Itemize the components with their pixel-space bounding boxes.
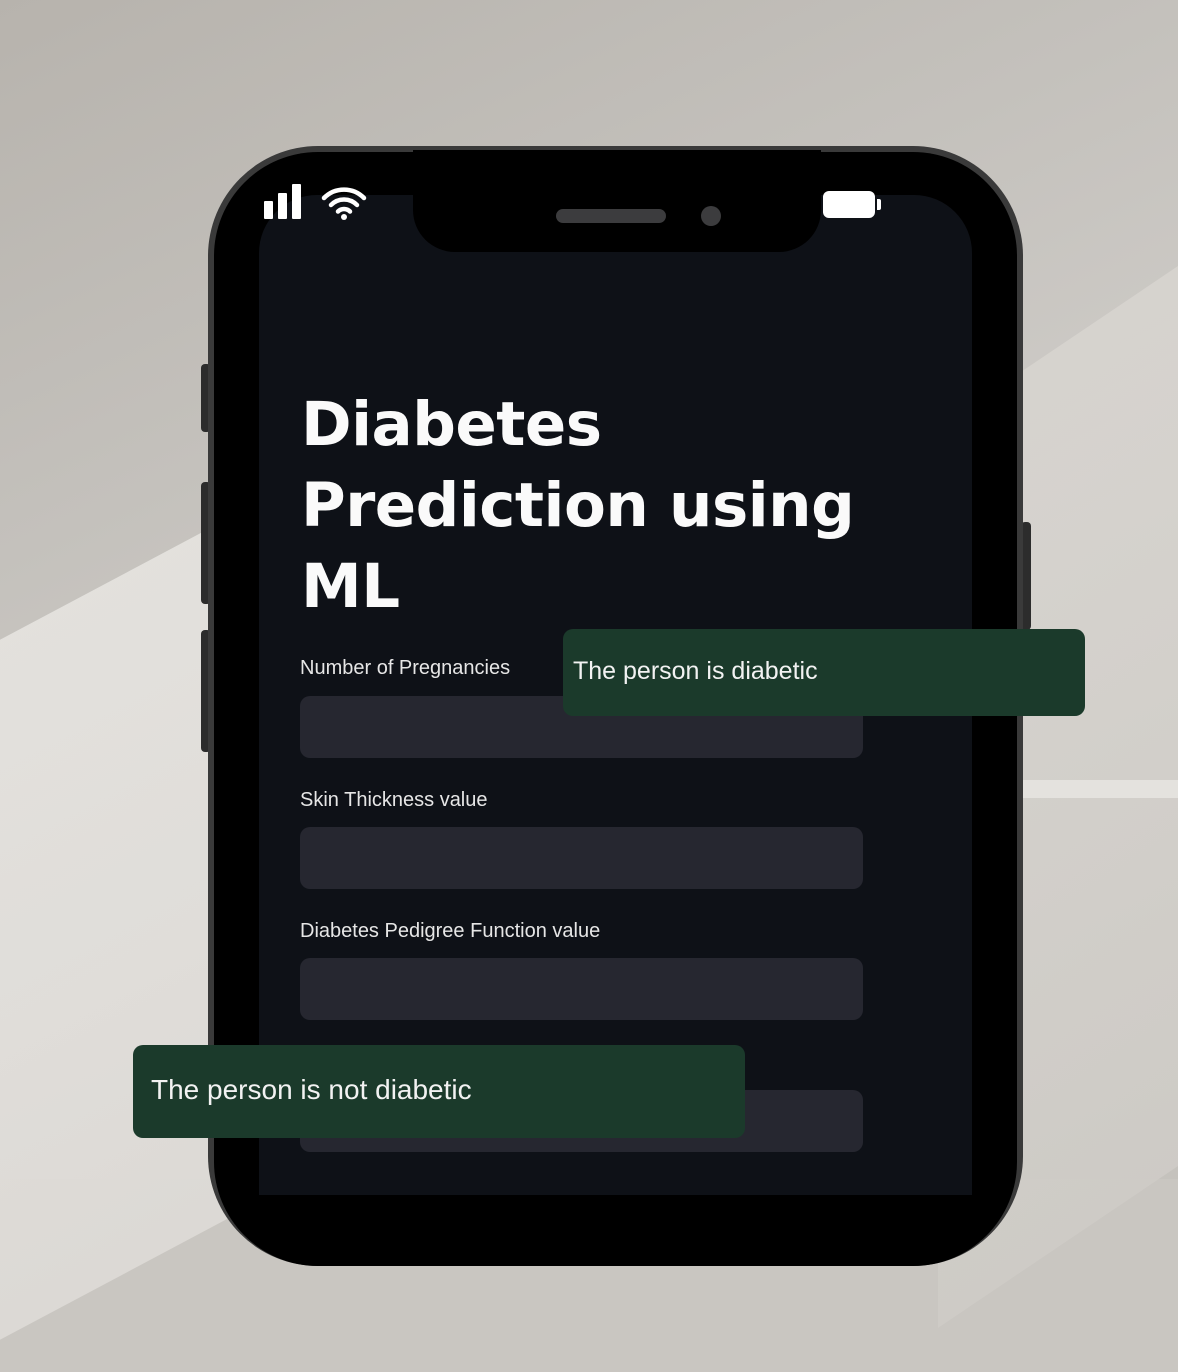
- front-camera: [701, 206, 721, 226]
- signal-icon: [264, 183, 302, 219]
- pedigree-function-label: Diabetes Pedigree Function value: [300, 920, 601, 942]
- result-diabetic-text: The person is diabetic: [573, 657, 818, 685]
- page-title: Diabetes Prediction using ML: [301, 389, 855, 622]
- wifi-icon: [321, 187, 367, 220]
- result-not-diabetic-banner: The person is not diabetic: [133, 1045, 745, 1138]
- speaker-grille: [556, 209, 666, 223]
- result-diabetic-banner: The person is diabetic: [563, 629, 1085, 716]
- result-not-diabetic-text: The person is not diabetic: [151, 1074, 472, 1105]
- skin-thickness-input[interactable]: [300, 827, 863, 889]
- skin-thickness-label: Skin Thickness value: [300, 789, 488, 811]
- background-light-band: [1020, 780, 1178, 798]
- battery-icon: [823, 191, 881, 218]
- pregnancies-label: Number of Pregnancies: [300, 657, 511, 679]
- pedigree-function-input[interactable]: [300, 958, 863, 1020]
- phone-notch: [413, 150, 821, 252]
